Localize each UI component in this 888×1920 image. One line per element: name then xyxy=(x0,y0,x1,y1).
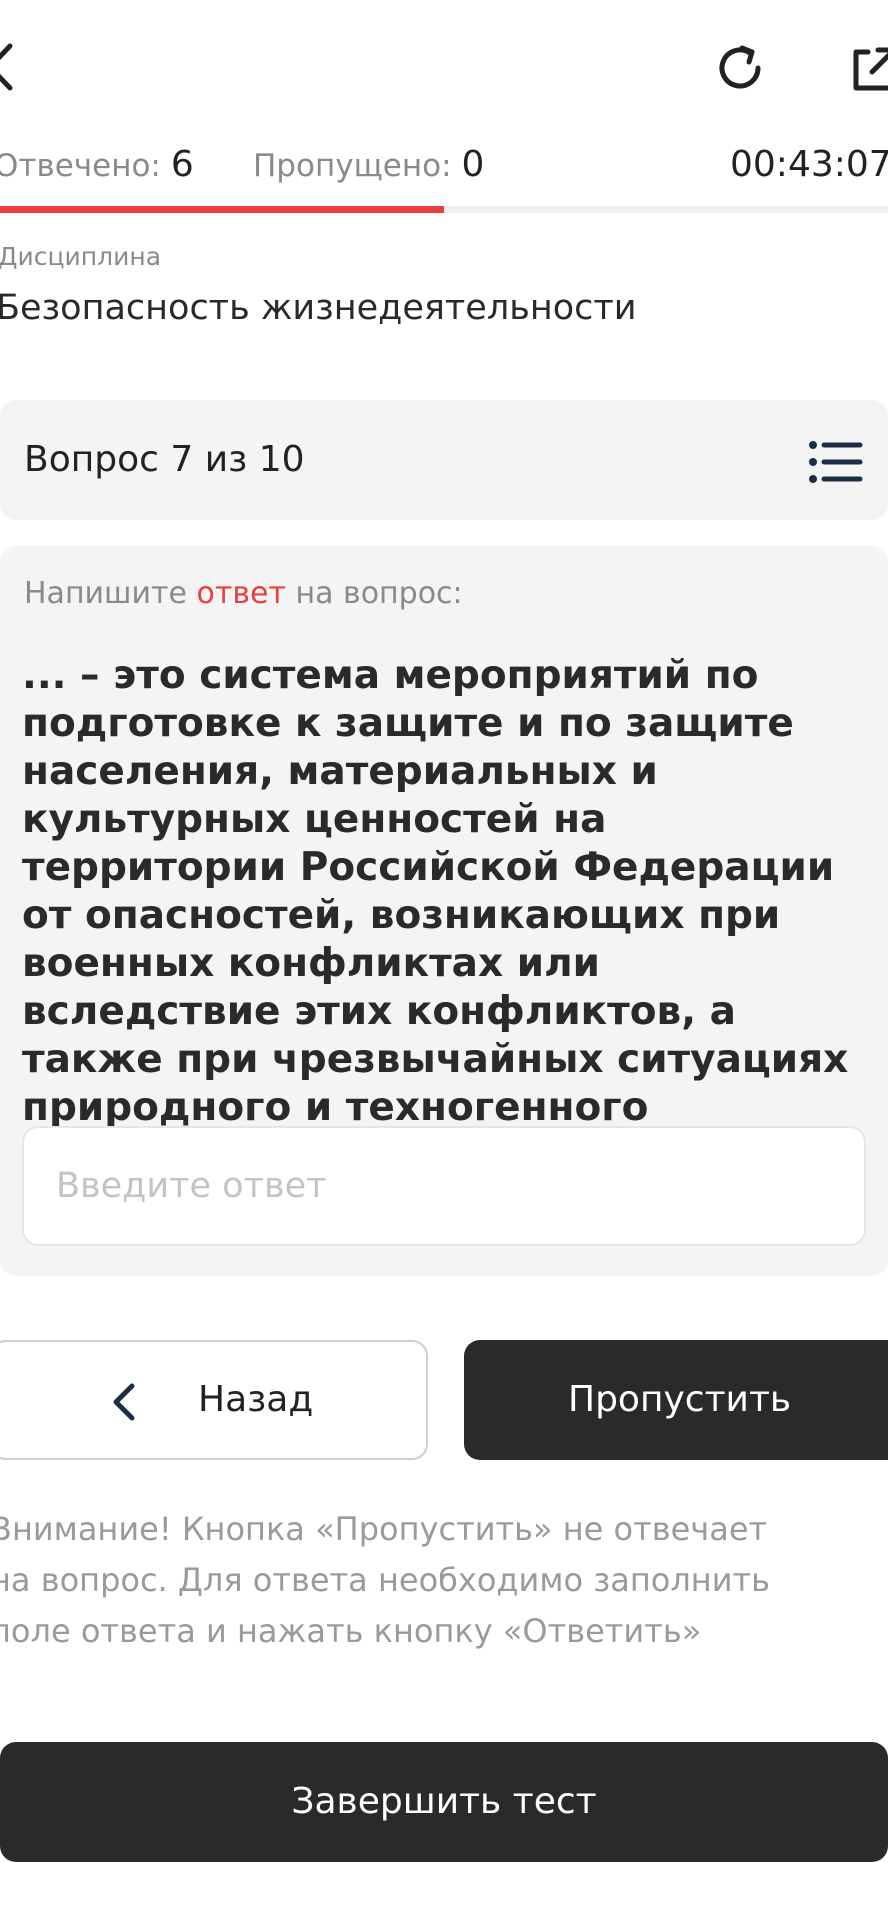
test-screen: Отвечено: 6 Пропущено: 0 00:43:07 Дисципли… xyxy=(0,0,888,1920)
question-counter: Вопрос 7 из 10 xyxy=(24,439,305,480)
progress-bar xyxy=(0,206,888,213)
discipline-value: Безопасность жизнедеятельности xyxy=(0,288,637,328)
progress-fill xyxy=(0,206,444,213)
skipped-label: Пропущено: xyxy=(253,148,452,184)
answered-counter: Отвечено: 6 xyxy=(0,140,194,191)
question-header: Вопрос 7 из 10 xyxy=(0,400,888,520)
discipline-label: Дисциплина xyxy=(0,242,162,271)
answer-input[interactable] xyxy=(22,1126,866,1246)
skipped-counter: Пропущено: 0 xyxy=(253,140,484,191)
skip-button-label: Пропустить xyxy=(568,1379,792,1420)
answered-label: Отвечено: xyxy=(0,148,161,184)
finish-test-label: Завершить тест xyxy=(291,1781,597,1822)
chevron-left-icon xyxy=(113,1383,135,1421)
chevron-left-icon[interactable] xyxy=(0,42,14,92)
back-button[interactable]: Назад xyxy=(0,1340,428,1460)
prompt-text-before: Напишите xyxy=(24,576,197,611)
warning-line: поле ответа и нажать кнопку «Ответить» xyxy=(0,1612,702,1650)
warning-line: Внимание! Кнопка «Пропустить» не отвечае… xyxy=(0,1510,768,1548)
skip-button[interactable]: Пропустить xyxy=(464,1340,888,1460)
skip-warning: Внимание! Кнопка «Пропустить» не отвечае… xyxy=(0,1504,888,1657)
timer: 00:43:07 xyxy=(730,144,888,185)
list-icon[interactable] xyxy=(808,440,864,484)
prompt-text-after: на вопрос: xyxy=(285,576,463,611)
answered-value: 6 xyxy=(170,144,194,185)
prompt-text-accent: ответ xyxy=(196,576,286,611)
warning-line: на вопрос. Для ответа необходимо заполни… xyxy=(0,1561,770,1599)
question-text: ... – это система мероприятий по подгото… xyxy=(22,653,849,1178)
top-bar xyxy=(0,0,888,130)
back-button-label: Назад xyxy=(198,1379,314,1420)
answer-prompt: Напишите ответ на вопрос: xyxy=(24,576,463,611)
question-card: Напишите ответ на вопрос: ... – это сист… xyxy=(0,546,888,1276)
refresh-icon[interactable] xyxy=(712,40,768,96)
share-icon[interactable] xyxy=(846,42,888,98)
skipped-value: 0 xyxy=(461,144,485,185)
finish-test-button[interactable]: Завершить тест xyxy=(0,1742,888,1862)
